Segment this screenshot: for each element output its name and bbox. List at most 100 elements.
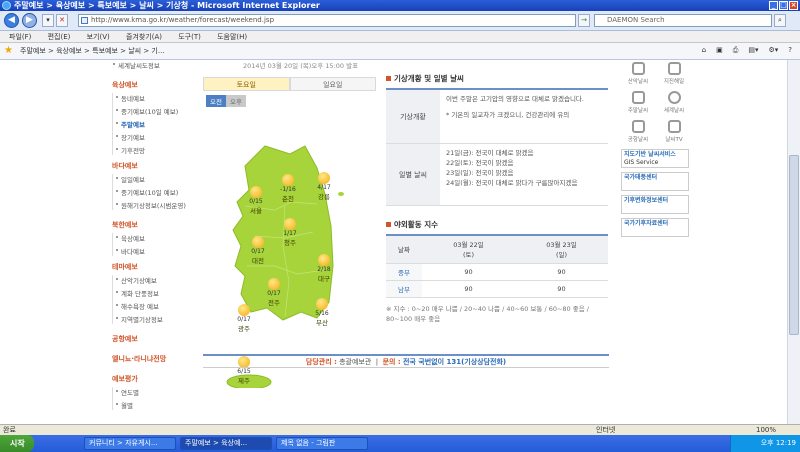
nav-section-north[interactable]: 북한예보 (112, 220, 198, 230)
nav-section-airport[interactable]: 공항예보 (112, 334, 198, 344)
sunny-icon (318, 172, 330, 184)
city-gwangju: 0/17 광주 (231, 304, 257, 333)
daily-label: 일별 날씨 (386, 144, 440, 205)
tsunami-link[interactable]: 지진해일 (657, 60, 691, 87)
search-input[interactable]: DAEMON Search (594, 14, 772, 27)
menu-favorites[interactable]: 즐겨찾기(A) (126, 33, 162, 41)
nav-item[interactable]: 장기예보 (115, 132, 198, 142)
nav-item[interactable]: 세계날씨도정보 (112, 60, 198, 70)
dropdown-icon[interactable]: ▾ (42, 14, 54, 27)
nav-item[interactable]: 연도별 (115, 387, 198, 397)
maximize-button[interactable]: □ (779, 1, 788, 10)
search-button[interactable]: ⌕ (774, 14, 786, 27)
nav-item[interactable]: 해수욕장 예보 (115, 301, 198, 311)
gis-service-banner[interactable]: 지도기반 날씨서비스 GIS Service (621, 149, 689, 168)
menu-help[interactable]: 도움말(H) (217, 33, 247, 41)
city-daegu: 2/18 대구 (311, 254, 337, 283)
task-community[interactable]: 커뮤니티 > 자유게시... (84, 437, 176, 450)
index-header-day2: 03월 23일 (일) (515, 235, 608, 264)
vertical-scrollbar[interactable] (787, 60, 800, 424)
tools-menu-icon[interactable]: ⚙▾ (768, 46, 778, 55)
minimize-button[interactable]: _ (769, 1, 778, 10)
world-weather-link[interactable]: 세계날씨 (657, 89, 691, 116)
menu-file[interactable]: 파일(F) (9, 33, 31, 41)
go-button[interactable]: → (578, 14, 590, 27)
command-bar: ⌂ ▣ ⎙ ▤▾ ⚙▾ ? (702, 46, 792, 55)
ie-logo-icon (2, 1, 11, 10)
tab-saturday[interactable]: 토요일 (203, 77, 290, 91)
start-button[interactable]: 시작 (0, 435, 34, 452)
daily-line: 24일(월): 전국이 대체로 맑다가 구름많아지겠음 (446, 179, 578, 187)
footer-manager: 총괄예보관 (339, 358, 372, 366)
daily-line: 21일(금): 전국이 대체로 맑겠음 (446, 149, 534, 157)
menu-tools[interactable]: 도구(T) (178, 33, 201, 41)
nav-section-sea[interactable]: 바다예보 (112, 161, 198, 171)
menu-view[interactable]: 보기(V) (87, 33, 110, 41)
summary-note: * 기온의 일교차가 크겠으니, 건강관리에 유의 (446, 111, 570, 119)
sunny-icon (316, 298, 328, 310)
car-icon (631, 91, 645, 104)
index-region: 남부 (386, 280, 422, 298)
scroll-thumb[interactable] (789, 155, 799, 335)
tab-sunday[interactable]: 일요일 (289, 77, 376, 91)
clock: 오후 12:19 (760, 439, 796, 447)
nav-item[interactable]: 원해기상정보(시범운영) (115, 200, 198, 210)
nav-item-weekend-active[interactable]: 주말예보 (115, 119, 198, 129)
index-section-title: 야외활동 지수 (386, 218, 608, 232)
nav-item[interactable]: 동네예보 (115, 93, 198, 103)
nav-item[interactable]: 지역별기상정보 (115, 314, 198, 324)
window-title: 주말예보 > 육상예보 > 특보예보 > 날씨 > 기상청 - Microsof… (14, 1, 320, 10)
help-icon[interactable]: ? (788, 46, 792, 55)
back-button[interactable]: ◀ (4, 13, 19, 28)
nav-item[interactable]: 중기예보(10일 예보) (115, 187, 198, 197)
feeds-icon[interactable]: ▣ (716, 46, 723, 55)
page-menu-icon[interactable]: ▤▾ (748, 46, 758, 55)
nav-item[interactable]: 월별 (115, 400, 198, 410)
page-footer: 담당관리 : 총괄예보관 | 문의 : 전국 국번없이 131(기상상담전화) (203, 354, 609, 368)
weather-tv-link[interactable]: 날씨TV (657, 118, 691, 145)
day-tabs: 토요일 일요일 (203, 77, 376, 91)
weekend-weather-link[interactable]: 주말날씨 (621, 89, 655, 116)
sunny-icon (282, 174, 294, 186)
nav-item[interactable]: 중기예보(10일 예보) (115, 106, 198, 116)
forecast-issued-time: 2014년 03월 20일 (목)오후 15:00 발표 (243, 62, 359, 70)
print-icon[interactable]: ⎙ (733, 46, 739, 55)
favorites-star-icon[interactable]: ★ (4, 45, 13, 56)
nav-item[interactable]: 계화 단풍정보 (115, 288, 198, 298)
nav-section-evaluation[interactable]: 예보평가 (112, 374, 198, 384)
airport-weather-link[interactable]: 공항날씨 (621, 118, 655, 145)
sunny-icon (268, 278, 280, 290)
close-button[interactable]: × (789, 1, 798, 10)
zoom-level[interactable]: 100% (756, 425, 776, 435)
nav-item[interactable]: 바다예보 (115, 246, 198, 256)
browser-tab[interactable]: 주말예보 > 육상예보 > 특보예보 > 날씨 > 기... (20, 45, 190, 58)
nav-item[interactable]: 기후전망 (115, 145, 198, 155)
index-header-day1: 03월 22일 (토) (422, 235, 515, 264)
task-paint[interactable]: 제목 없음 - 그림판 (276, 437, 368, 450)
airplane-icon (631, 120, 645, 133)
forward-button[interactable]: ▶ (22, 13, 37, 28)
menu-edit[interactable]: 편집(E) (48, 33, 71, 41)
city-daejeon: 0/17 대전 (245, 236, 271, 265)
nav-item[interactable]: 일일예보 (115, 174, 198, 184)
nav-section-theme[interactable]: 테마예보 (112, 262, 198, 272)
weather-table: 기상개황 이번 주말은 고기압의 영향으로 대체로 맑겠습니다. * 기온의 일… (386, 88, 608, 206)
tv-icon (667, 120, 681, 133)
home-icon[interactable]: ⌂ (702, 46, 706, 55)
climate-data-banner[interactable]: 국가기후자료센터 (621, 218, 689, 237)
nav-section-enso[interactable]: 엘니뇨·라니냐전망 (112, 354, 198, 364)
climate-change-banner[interactable]: 기후변화정보센터 (621, 195, 689, 214)
nav-item[interactable]: 육상예보 (115, 233, 198, 243)
right-column: 산악날씨 지진해일 주말날씨 세계날씨 공항날씨 날씨TV 지도기반 날씨서비스… (621, 60, 691, 237)
system-tray: 오후 12:19 (730, 435, 800, 452)
page-content: 2014년 03월 20일 (목)오후 15:00 발표 세계날씨도정보 육상예… (0, 60, 787, 424)
mountain-weather-link[interactable]: 산악날씨 (621, 60, 655, 87)
nav-section-land[interactable]: 육상예보 (112, 80, 198, 90)
taskbar: 시작 커뮤니티 > 자유게시... 주말예보 > 육상예... 제목 없음 - … (0, 435, 800, 452)
url-input[interactable]: http://www.kma.go.kr/weather/forecast/we… (78, 14, 576, 27)
window-titlebar: 주말예보 > 육상예보 > 특보예보 > 날씨 > 기상청 - Microsof… (0, 0, 800, 11)
stop-icon[interactable]: ✕ (56, 14, 68, 27)
nav-item[interactable]: 산악기상예보 (115, 275, 198, 285)
typhoon-center-banner[interactable]: 국가태풍센터 (621, 172, 689, 191)
task-weekend-forecast[interactable]: 주말예보 > 육상예... (180, 437, 272, 450)
